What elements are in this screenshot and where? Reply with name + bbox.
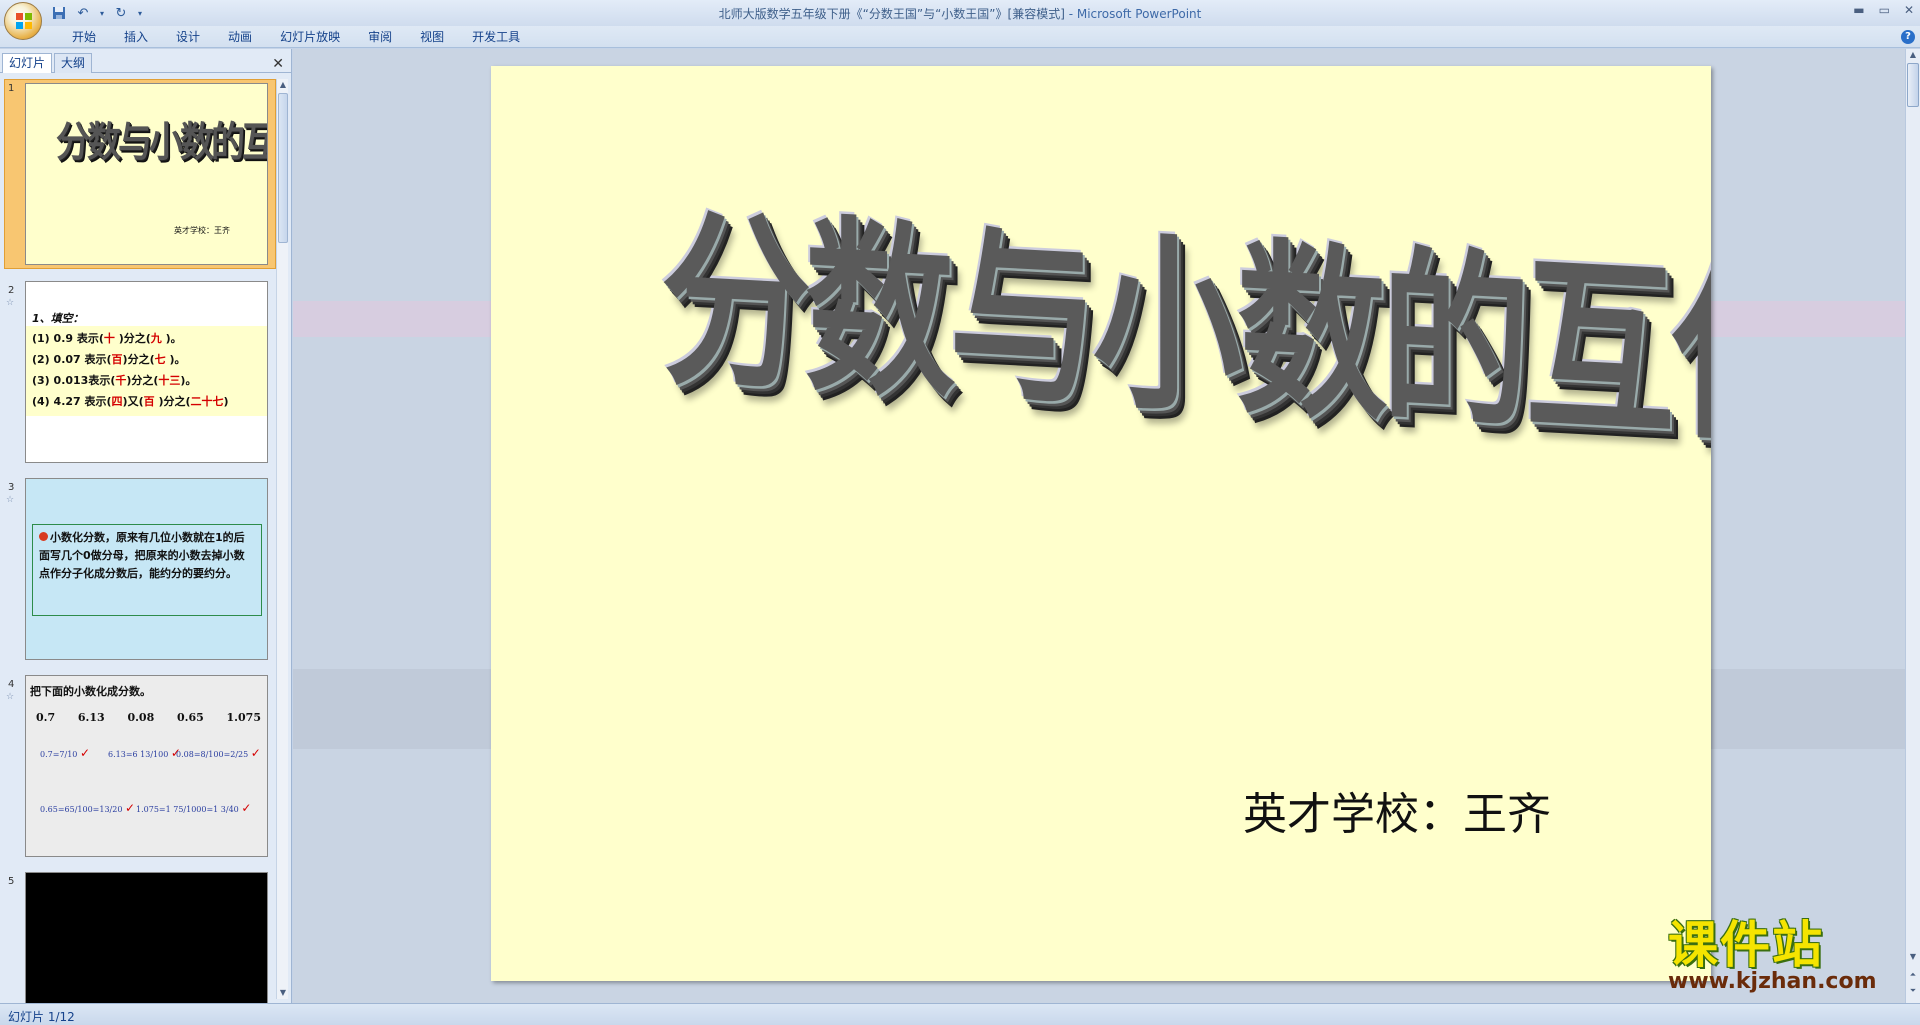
thumbnail-line: (2) 0.07 表示(百)分之(七 )。 [32, 353, 186, 366]
thumbnail-slide-5[interactable] [25, 872, 268, 1003]
thumbnail-slide-2[interactable]: 1、填空： (1) 0.9 表示(十 )分之(九 )。 (2) 0.07 表示(… [25, 281, 268, 463]
slide-editing-area: 分数与小数的互化 英才学校：王齐 [293, 49, 1905, 1003]
scrollbar-thumb[interactable] [278, 93, 288, 243]
thumbnail-work: 6.13=6 13/100 ✓ [108, 746, 181, 760]
close-icon[interactable]: ✕ [1904, 3, 1914, 17]
tab-review[interactable]: 审阅 [354, 29, 406, 46]
slide-scrollbar[interactable]: ▲ ▼ ⏶ ⏷ [1905, 49, 1920, 1003]
slides-pane: 幻灯片 大纲 ✕ 1 分数与小数的互化 英才学校：王齐 2 ☆ 1、填空： (1… [0, 49, 292, 1003]
previous-slide-icon[interactable]: ⏶ [1906, 969, 1920, 981]
maximize-icon[interactable]: ▭ [1879, 3, 1890, 17]
slide-counter: 幻灯片 1/12 [8, 1010, 75, 1024]
document-title: 北师大版数学五年级下册《“分数王国”与“小数王国”》[兼容模式] [718, 7, 1065, 21]
thumbnail-work: 0.65=65/100=13/20 ✓ [40, 801, 136, 815]
thumbnail-list: 1 分数与小数的互化 英才学校：王齐 2 ☆ 1、填空： (1) 0.9 表示(… [0, 79, 278, 1003]
thumbnail-number: 4 [8, 679, 15, 690]
thumbnail-line: (4) 4.27 表示(四)又(百 )分之(二十七) [32, 395, 229, 408]
pane-tabs: 幻灯片 大纲 ✕ [0, 53, 292, 73]
scroll-down-icon[interactable]: ▼ [1906, 951, 1920, 963]
thumbnail-work: 1.075=1 75/1000=1 3/40 ✓ [136, 801, 252, 815]
animation-star-icon: ☆ [6, 495, 15, 505]
window-controls: ▬ ▭ ✕ [1853, 3, 1914, 17]
help-icon[interactable]: ? [1901, 30, 1915, 44]
animation-star-icon: ☆ [6, 692, 15, 702]
window-title: 北师大版数学五年级下册《“分数王国”与“小数王国”》[兼容模式] - Micro… [0, 5, 1920, 22]
thumbnail-line: (1) 0.9 表示(十 )分之(九 )。 [32, 332, 182, 345]
thumbnail-number: 3 [8, 482, 15, 493]
office-button[interactable] [4, 2, 42, 40]
app-name: - Microsoft PowerPoint [1064, 7, 1202, 21]
close-pane-icon[interactable]: ✕ [272, 56, 284, 72]
next-slide-icon[interactable]: ⏷ [1906, 985, 1920, 997]
thumbnail-number: 2 [8, 285, 15, 296]
thumbnail-work: 0.08=8/100=2/25 ✓ [176, 746, 261, 760]
tab-insert[interactable]: 插入 [110, 29, 162, 46]
thumbnail-slide-4[interactable]: 把下面的小数化成分数。 0.7 6.13 0.08 0.65 1.075 0.7… [25, 675, 268, 857]
scroll-up-icon[interactable]: ▲ [277, 79, 289, 91]
office-logo-icon [16, 13, 32, 29]
tab-slides[interactable]: 幻灯片 [2, 53, 53, 73]
animation-star-icon: ☆ [6, 298, 15, 308]
bullet-icon [39, 532, 48, 541]
tab-outline[interactable]: 大纲 [54, 53, 93, 73]
watermark-text: 课件站 [1668, 916, 1824, 974]
tab-view[interactable]: 视图 [406, 29, 458, 46]
watermark-url: www.kjzhan.com [1668, 969, 1877, 994]
thumbnail-text: 小数化分数，原来有几位小数就在1的后面写几个0做分母，把原来的小数去掉小数点作分… [39, 531, 245, 580]
tab-animations[interactable]: 动画 [214, 29, 266, 46]
scrollbar-thumb[interactable] [1907, 63, 1919, 107]
thumbnail-subtitle: 英才学校：王齐 [174, 226, 230, 235]
thumbnail-heading: 把下面的小数化成分数。 [30, 685, 151, 698]
current-slide[interactable]: 分数与小数的互化 英才学校：王齐 [491, 66, 1711, 981]
thumbnail-number: 1 [8, 83, 15, 94]
tab-home[interactable]: 开始 [58, 29, 110, 46]
title-bar: ↶ ▾ ↻ ▾ 北师大版数学五年级下册《“分数王国”与“小数王国”》[兼容模式]… [0, 0, 1920, 40]
slide-subtitle[interactable]: 英才学校：王齐 [1243, 778, 1551, 842]
minimize-icon[interactable]: ▬ [1853, 3, 1864, 17]
thumbnail-scrollbar[interactable]: ▲ ▼ [276, 79, 288, 999]
thumbnail-line: (3) 0.013表示(千)分之(十三)。 [32, 374, 197, 387]
thumbnail-work: 0.7=7/10 ✓ [40, 746, 90, 760]
thumbnail-number: 5 [8, 876, 15, 887]
thumbnail-text-box: 小数化分数，原来有几位小数就在1的后面写几个0做分母，把原来的小数去掉小数点作分… [32, 524, 262, 616]
tab-design[interactable]: 设计 [162, 29, 214, 46]
tab-developer[interactable]: 开发工具 [458, 29, 534, 46]
thumbnail-slide-1[interactable]: 分数与小数的互化 英才学校：王齐 [25, 83, 268, 265]
status-bar: 幻灯片 1/12 [0, 1003, 1920, 1025]
scroll-up-icon[interactable]: ▲ [1906, 49, 1920, 61]
tab-slide-show[interactable]: 幻灯片放映 [266, 29, 354, 46]
ribbon: 开始 插入 设计 动画 幻灯片放映 审阅 视图 开发工具 ? [0, 26, 1920, 48]
thumbnail-slide-3[interactable]: 小数化分数，原来有几位小数就在1的后面写几个0做分母，把原来的小数去掉小数点作分… [25, 478, 268, 660]
thumbnail-heading: 1、填空： [32, 312, 84, 325]
slide-title[interactable]: 分数与小数的互化 [661, 149, 1711, 481]
watermark-logo: 课件站 www.kjzhan.com [1668, 918, 1908, 1000]
ribbon-tabs: 开始 插入 设计 动画 幻灯片放映 审阅 视图 开发工具 [58, 29, 534, 46]
thumbnail-number-row: 0.7 6.13 0.08 0.65 1.075 [36, 711, 261, 724]
thumbnail-title: 分数与小数的互化 [56, 118, 267, 167]
scroll-down-icon[interactable]: ▼ [277, 987, 289, 999]
